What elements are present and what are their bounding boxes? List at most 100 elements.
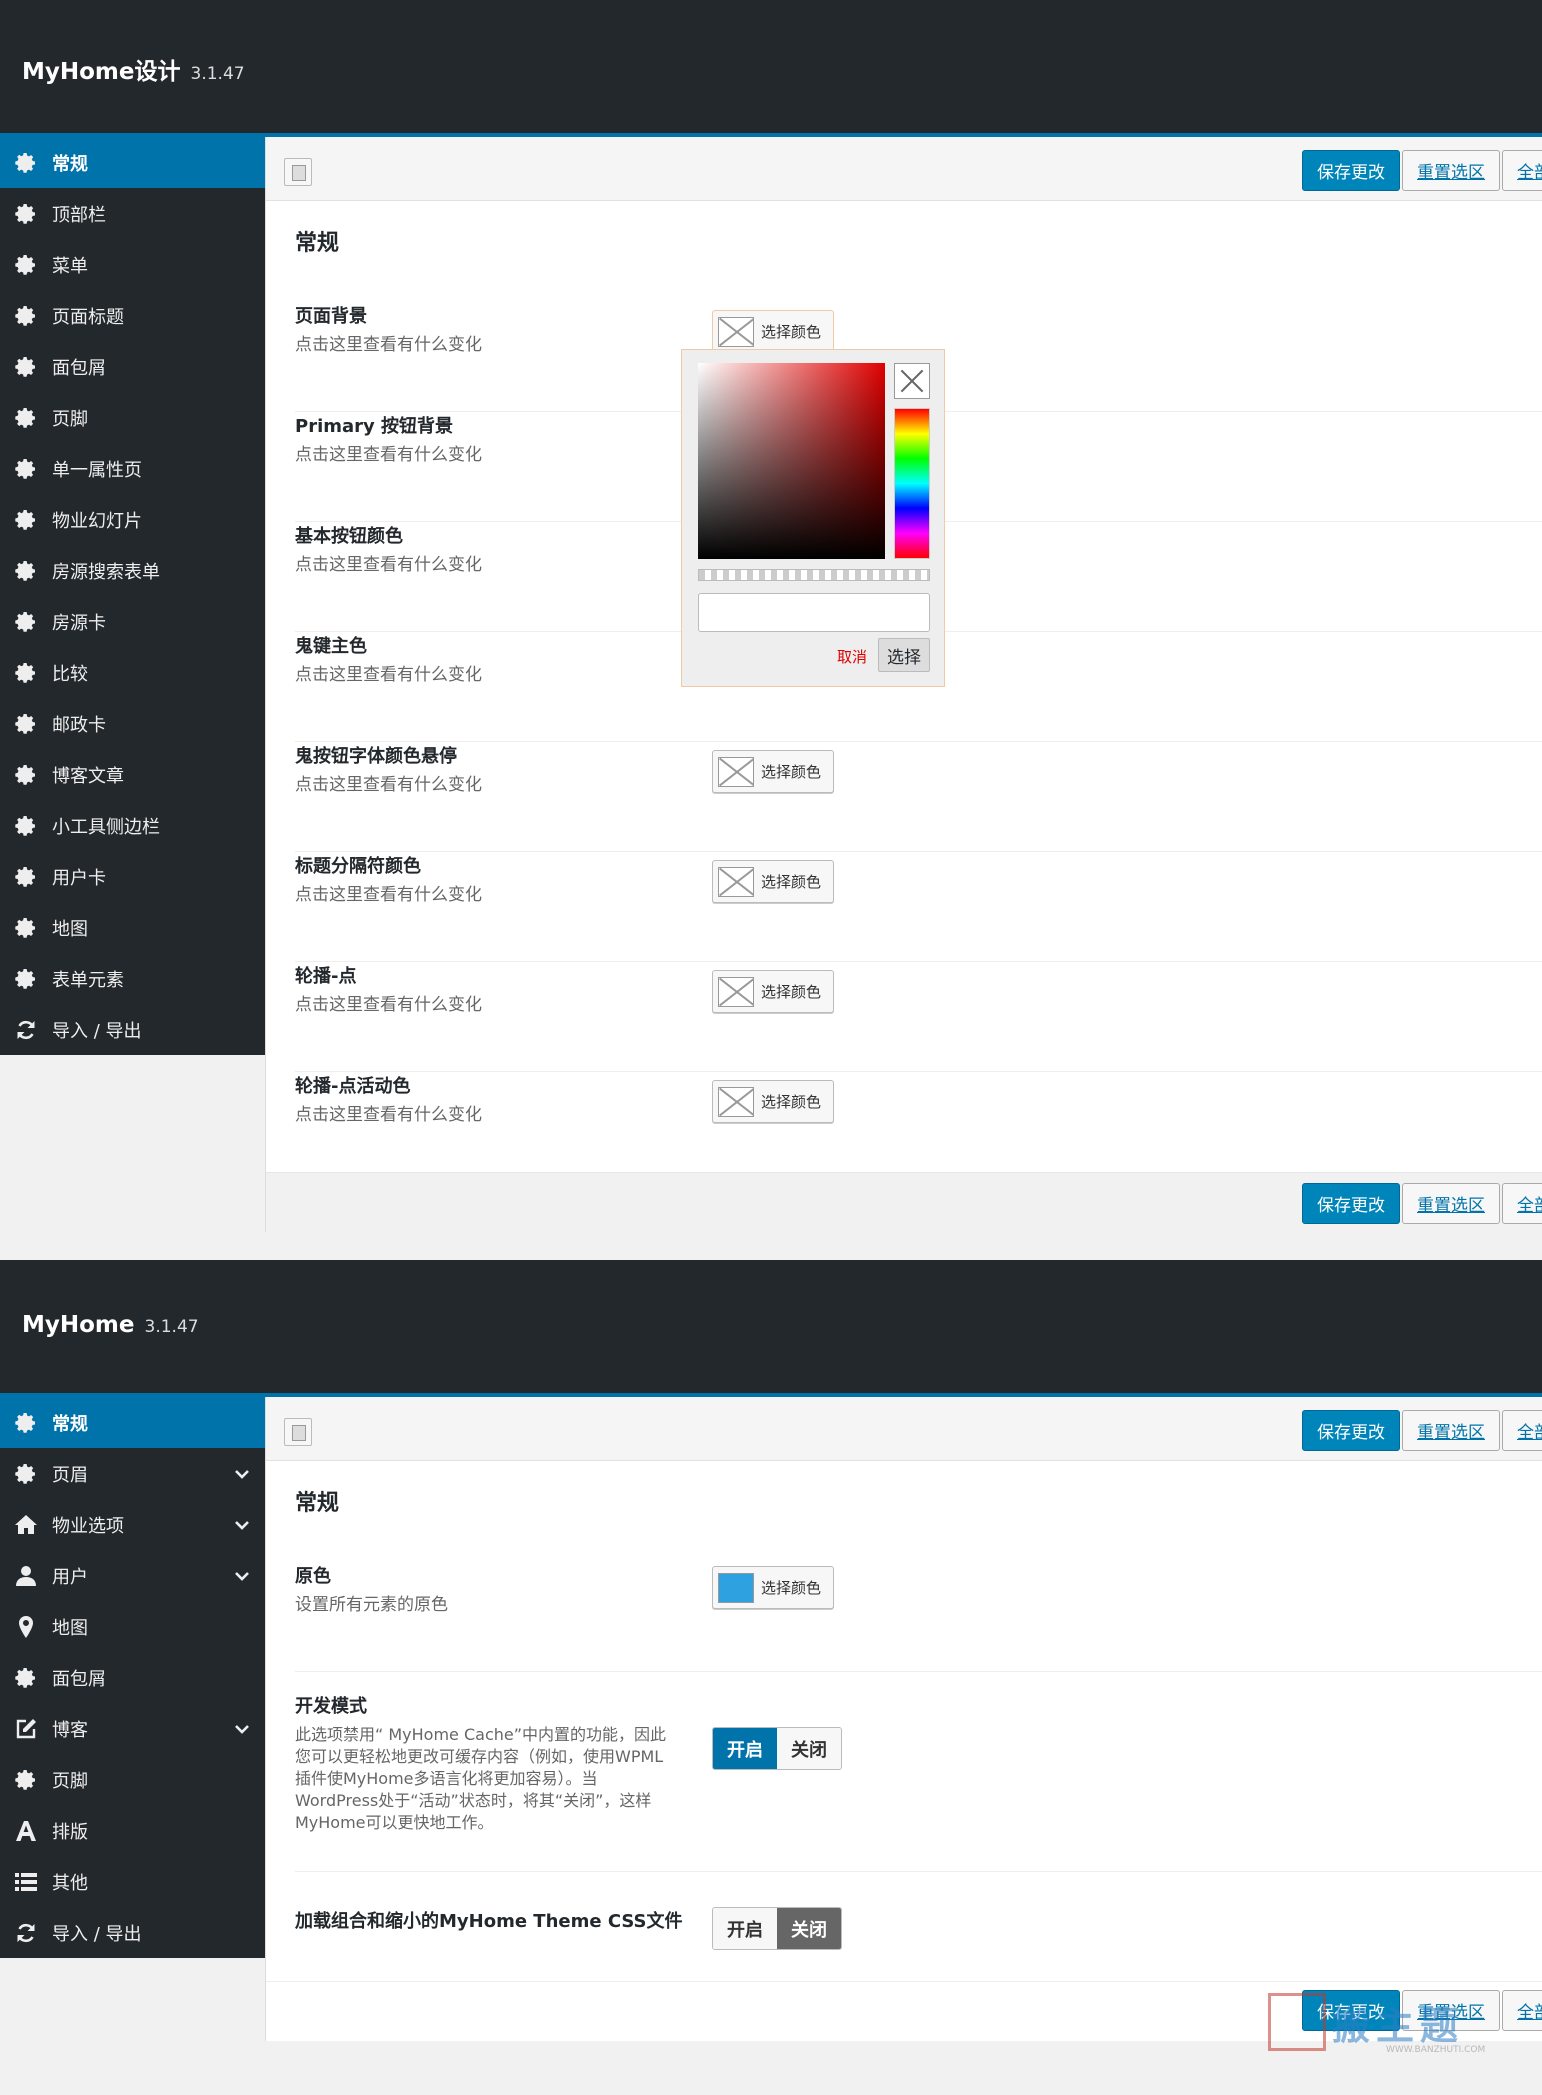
select-color-label: 选择颜色 (761, 323, 822, 341)
header-bar: MyHome 3.1.47 (0, 1260, 1542, 1397)
sidebar-item-label: 页脚 (52, 1770, 88, 1792)
sidebar-item-1[interactable]: 顶部栏 (0, 188, 265, 239)
select-color-button[interactable]: 选择颜色 (712, 970, 834, 1013)
sidebar-item-10[interactable]: 比较 (0, 647, 265, 698)
sidebar-item-13[interactable]: 小工具侧边栏 (0, 800, 265, 851)
sidebar-item-11[interactable]: 邮政卡 (0, 698, 265, 749)
setting-description[interactable]: 点击这里查看有什么变化 (295, 554, 675, 576)
sidebar-item-4[interactable]: 面包屑 (0, 341, 265, 392)
setting-description[interactable]: 点击这里查看有什么变化 (295, 664, 675, 686)
setting-description[interactable]: 点击这里查看有什么变化 (295, 334, 675, 356)
sidebar-item-9[interactable]: 房源卡 (0, 596, 265, 647)
setting-description[interactable]: 点击这里查看有什么变化 (295, 994, 675, 1016)
sidebar-item-label: 页眉 (52, 1464, 88, 1486)
select-color-label: 选择颜色 (761, 1579, 822, 1597)
toolbar-buttons: 保存更改 重置选区 全部 (1302, 1410, 1542, 1451)
chevron-down-icon[interactable] (233, 1465, 251, 1488)
chevron-down-icon[interactable] (233, 1720, 251, 1743)
gear-icon (12, 661, 40, 685)
setting-label: 鬼按钮字体颜色悬停 (295, 746, 457, 767)
sidebar-item-12[interactable]: 博客文章 (0, 749, 265, 800)
cancel-link[interactable]: 取消 (837, 646, 867, 667)
gear-icon (12, 151, 40, 175)
sidebar-item-3[interactable]: 用户 (0, 1550, 265, 1601)
sidebar-item-2[interactable]: 菜单 (0, 239, 265, 290)
sidebar-item-label: 页面标题 (52, 306, 124, 328)
select-color-button[interactable]: 选择颜色 (712, 860, 834, 903)
sidebar-item-label: 表单元素 (52, 969, 124, 991)
sidebar-item-10[interactable]: 导入 / 导出 (0, 1907, 265, 1958)
save-button[interactable]: 保存更改 (1302, 1410, 1400, 1451)
sidebar-item-6[interactable]: 博客 (0, 1703, 265, 1754)
reset-all-button[interactable]: 全部 (1502, 150, 1542, 191)
toolbar-buttons: 保存更改 重置选区 全部 (1302, 150, 1542, 191)
select-color-button[interactable]: 选择颜色 (712, 750, 834, 793)
chevron-down-icon[interactable] (233, 1516, 251, 1539)
reset-all-button[interactable]: 全部 (1502, 1183, 1542, 1224)
no-color-icon (718, 976, 754, 1007)
gear-icon (12, 814, 40, 838)
saturation-area[interactable] (698, 363, 885, 559)
select-color-button[interactable]: 选择颜色 (712, 1080, 834, 1123)
save-button[interactable]: 保存更改 (1302, 1183, 1400, 1224)
sidebar-item-9[interactable]: 其他 (0, 1856, 265, 1907)
sidebar-item-8[interactable]: 房源搜索表单 (0, 545, 265, 596)
choose-button[interactable]: 选择 (878, 638, 930, 672)
toggle-on-button[interactable]: 开启 (713, 1728, 777, 1769)
save-button[interactable]: 保存更改 (1302, 150, 1400, 191)
sidebar-item-6[interactable]: 单一属性页 (0, 443, 265, 494)
reset-all-button[interactable]: 全部 (1502, 1990, 1542, 2031)
toggle-off-button[interactable]: 关闭 (777, 1728, 841, 1769)
sidebar-item-label: 博客文章 (52, 765, 124, 787)
no-color-icon (718, 866, 754, 897)
sidebar-item-5[interactable]: 面包屑 (0, 1652, 265, 1703)
sidebar-item-4[interactable]: 地图 (0, 1601, 265, 1652)
setting-label: Primary 按钮背景 (295, 416, 454, 437)
sidebar-item-16[interactable]: 表单元素 (0, 953, 265, 1004)
hue-slider[interactable] (894, 408, 930, 559)
layout-toggle-icon[interactable] (284, 1418, 312, 1446)
sidebar-item-15[interactable]: 地图 (0, 902, 265, 953)
sidebar-item-label: 博客 (52, 1719, 88, 1741)
color-value-input[interactable] (698, 593, 930, 632)
setting-description: 此选项禁用“ MyHome Cache”中内置的功能，因此您可以更轻松地更改可缓… (295, 1725, 667, 1832)
app-title: MyHome 3.1.47 (22, 1312, 199, 1338)
theme-options-panel-design: MyHome设计 3.1.47 常规 顶部栏 菜单 页面标题 面包屑 页脚 单一属性页 物业幻灯… (0, 0, 1542, 1232)
sidebar-item-label: 用户 (52, 1566, 88, 1588)
sidebar-item-14[interactable]: 用户卡 (0, 851, 265, 902)
gear-icon (12, 253, 40, 277)
sidebar-item-1[interactable]: 页眉 (0, 1448, 265, 1499)
reset-section-button[interactable]: 重置选区 (1402, 1410, 1500, 1451)
css-files-toggle: 开启 关闭 (712, 1907, 842, 1950)
sidebar-item-3[interactable]: 页面标题 (0, 290, 265, 341)
no-color-icon (718, 316, 754, 347)
setting-description[interactable]: 点击这里查看有什么变化 (295, 444, 675, 466)
toggle-off-button[interactable]: 关闭 (777, 1908, 841, 1949)
color-swatch (718, 1572, 754, 1603)
layout-toggle-icon[interactable] (284, 158, 312, 186)
reset-section-button[interactable]: 重置选区 (1402, 150, 1500, 191)
setting-description[interactable]: 点击这里查看有什么变化 (295, 774, 675, 796)
sidebar-nav: 常规 顶部栏 菜单页面标题面包屑 页脚 单一属性页 物业幻灯片 房源搜索表单 房源卡 比较 邮政卡… (0, 137, 265, 1055)
sidebar-item-17[interactable]: 导入 / 导出 (0, 1004, 265, 1055)
sidebar-item-5[interactable]: 页脚 (0, 392, 265, 443)
sidebar-item-0[interactable]: 常规 (0, 137, 265, 188)
setting-description[interactable]: 点击这里查看有什么变化 (295, 884, 675, 906)
list-icon (12, 1870, 40, 1894)
chevron-down-icon[interactable] (233, 1567, 251, 1590)
reset-all-button[interactable]: 全部 (1502, 1410, 1542, 1451)
clear-color-icon[interactable] (894, 363, 930, 399)
sidebar-item-7[interactable]: 页脚 (0, 1754, 265, 1805)
setting-description[interactable]: 点击这里查看有什么变化 (295, 1104, 675, 1126)
sidebar-item-7[interactable]: 物业幻灯片 (0, 494, 265, 545)
sidebar-item-8[interactable]: 排版 (0, 1805, 265, 1856)
alpha-slider[interactable] (698, 569, 930, 581)
sidebar-item-2[interactable]: 物业选项 (0, 1499, 265, 1550)
reset-section-button[interactable]: 重置选区 (1402, 1183, 1500, 1224)
gear-icon (12, 763, 40, 787)
gear-icon (12, 712, 40, 736)
select-color-button[interactable]: 选择颜色 (712, 310, 834, 353)
select-color-button[interactable]: 选择颜色 (712, 1566, 834, 1609)
toggle-on-button[interactable]: 开启 (713, 1908, 777, 1949)
sidebar-item-0[interactable]: 常规 (0, 1397, 265, 1448)
